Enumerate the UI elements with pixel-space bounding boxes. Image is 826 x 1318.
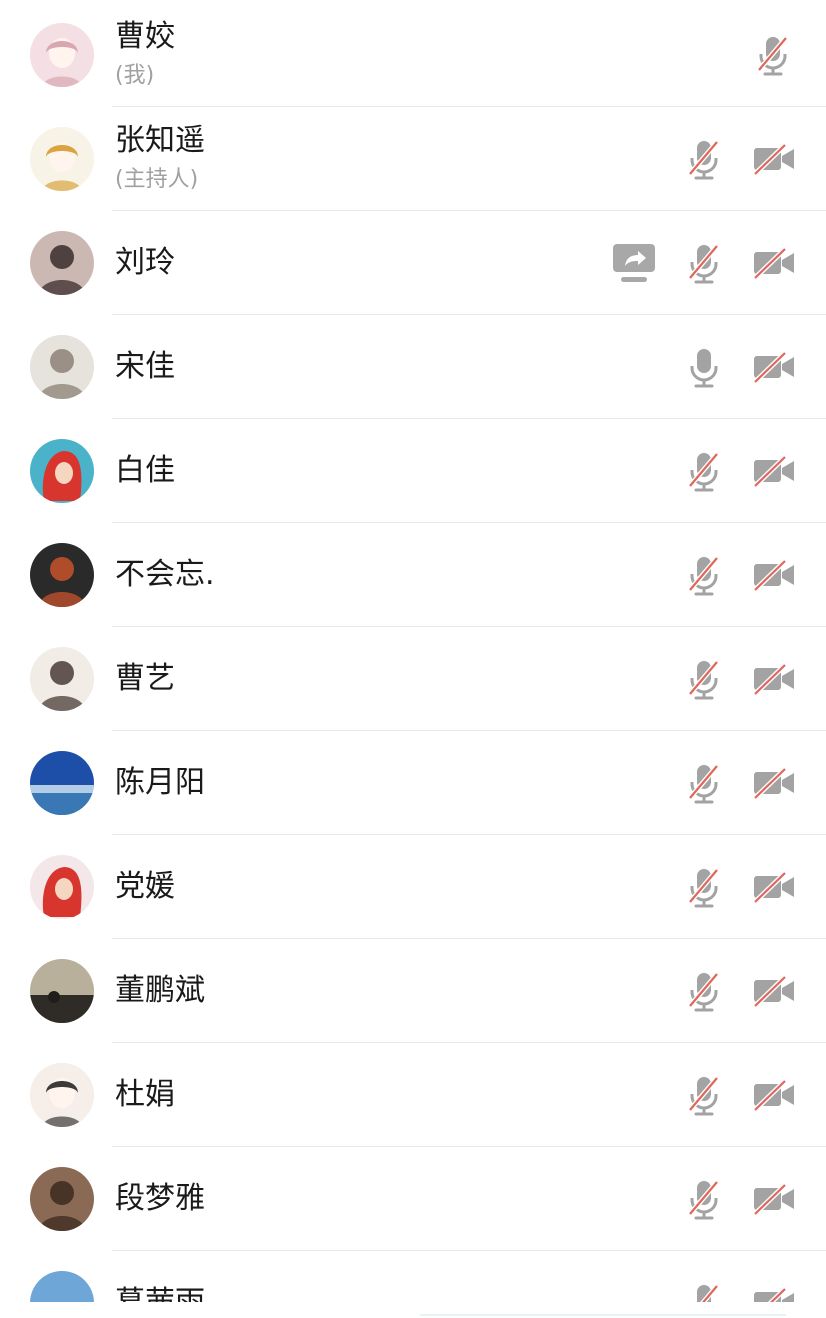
participant-row[interactable]: 刘玲 xyxy=(0,211,826,315)
camera-off-icon[interactable] xyxy=(751,448,797,494)
participant-row[interactable]: 白佳 xyxy=(0,419,826,523)
participant-name: 不会忘. xyxy=(115,557,215,592)
participant-row[interactable]: 曹艺 xyxy=(0,627,826,731)
mic-muted-icon[interactable] xyxy=(681,240,727,286)
participant-row[interactable]: 段梦雅 xyxy=(0,1147,826,1251)
participant-row[interactable]: 陈月阳 xyxy=(0,731,826,835)
avatar-photo-icon xyxy=(30,231,94,295)
participant-name: 葛茜雨 xyxy=(115,1283,205,1302)
avatar-landscape-icon xyxy=(30,959,94,1023)
mic-icon[interactable] xyxy=(681,344,727,390)
avatar-photo-icon xyxy=(30,543,94,607)
mic-muted-icon[interactable] xyxy=(681,1176,727,1222)
camera-off-icon[interactable] xyxy=(751,968,797,1014)
participant-row[interactable]: 葛茜雨 xyxy=(0,1251,826,1302)
camera-off-icon[interactable] xyxy=(751,864,797,910)
divider xyxy=(420,1314,786,1316)
mic-muted-icon[interactable] xyxy=(681,552,727,598)
camera-off-icon[interactable] xyxy=(751,1072,797,1118)
camera-off-icon[interactable] xyxy=(751,552,797,598)
participant-name: 刘玲 xyxy=(115,245,175,280)
participant-name: 曹姣 xyxy=(115,19,175,54)
avatar-girl-illustration-icon xyxy=(30,1063,94,1127)
avatar-photo-icon xyxy=(30,335,94,399)
participant-name: 段梦雅 xyxy=(115,1181,205,1216)
participant-row[interactable]: 张知遥 (主持人) xyxy=(0,107,826,211)
camera-off-icon[interactable] xyxy=(751,1280,797,1302)
participant-name: 董鹏斌 xyxy=(115,973,205,1008)
avatar-photo-icon xyxy=(30,647,94,711)
camera-off-icon[interactable] xyxy=(751,136,797,182)
participant-row[interactable]: 杜娟 xyxy=(0,1043,826,1147)
camera-off-icon[interactable] xyxy=(751,344,797,390)
participant-row[interactable]: 不会忘. xyxy=(0,523,826,627)
avatar-girl-sketch-icon xyxy=(30,23,94,87)
mic-muted-icon[interactable] xyxy=(681,864,727,910)
avatar-sky-icon xyxy=(30,1271,94,1302)
camera-off-icon[interactable] xyxy=(751,1176,797,1222)
mic-muted-icon[interactable] xyxy=(750,32,796,78)
participant-name: 杜娟 xyxy=(115,1077,175,1112)
camera-off-icon[interactable] xyxy=(751,240,797,286)
mic-muted-icon[interactable] xyxy=(681,1072,727,1118)
mic-muted-icon[interactable] xyxy=(681,136,727,182)
mic-muted-icon[interactable] xyxy=(681,656,727,702)
participant-list: 曹姣 (我) 张知遥 (主持人) 刘玲 宋佳 白佳 不会忘. 曹艺 陈月阳 党媛… xyxy=(0,0,826,1302)
participant-name: 宋佳 xyxy=(115,349,175,384)
avatar-mermaid-icon xyxy=(30,439,94,503)
participant-role: (主持人) xyxy=(115,167,199,192)
participant-row[interactable]: 宋佳 xyxy=(0,315,826,419)
participant-role: (我) xyxy=(115,63,155,88)
participant-name: 党媛 xyxy=(115,869,175,904)
mic-muted-icon[interactable] xyxy=(681,1280,727,1302)
bottom-edge xyxy=(0,1302,826,1318)
camera-off-icon[interactable] xyxy=(751,656,797,702)
screen-share-icon xyxy=(611,240,657,286)
participant-name: 张知遥 xyxy=(115,123,205,158)
avatar-photo-icon xyxy=(30,1167,94,1231)
mic-muted-icon[interactable] xyxy=(681,760,727,806)
participant-row[interactable]: 党媛 xyxy=(0,835,826,939)
avatar-sky-icon xyxy=(30,751,94,815)
participant-name: 曹艺 xyxy=(115,661,175,696)
participant-name: 陈月阳 xyxy=(115,765,205,800)
camera-off-icon[interactable] xyxy=(751,760,797,806)
avatar-cartoon-umbrella-icon xyxy=(30,127,94,191)
mic-muted-icon[interactable] xyxy=(681,448,727,494)
participant-name: 白佳 xyxy=(115,453,175,488)
avatar-mermaid-icon xyxy=(30,855,94,919)
participant-row[interactable]: 董鹏斌 xyxy=(0,939,826,1043)
participant-row[interactable]: 曹姣 (我) xyxy=(0,3,826,107)
mic-muted-icon[interactable] xyxy=(681,968,727,1014)
